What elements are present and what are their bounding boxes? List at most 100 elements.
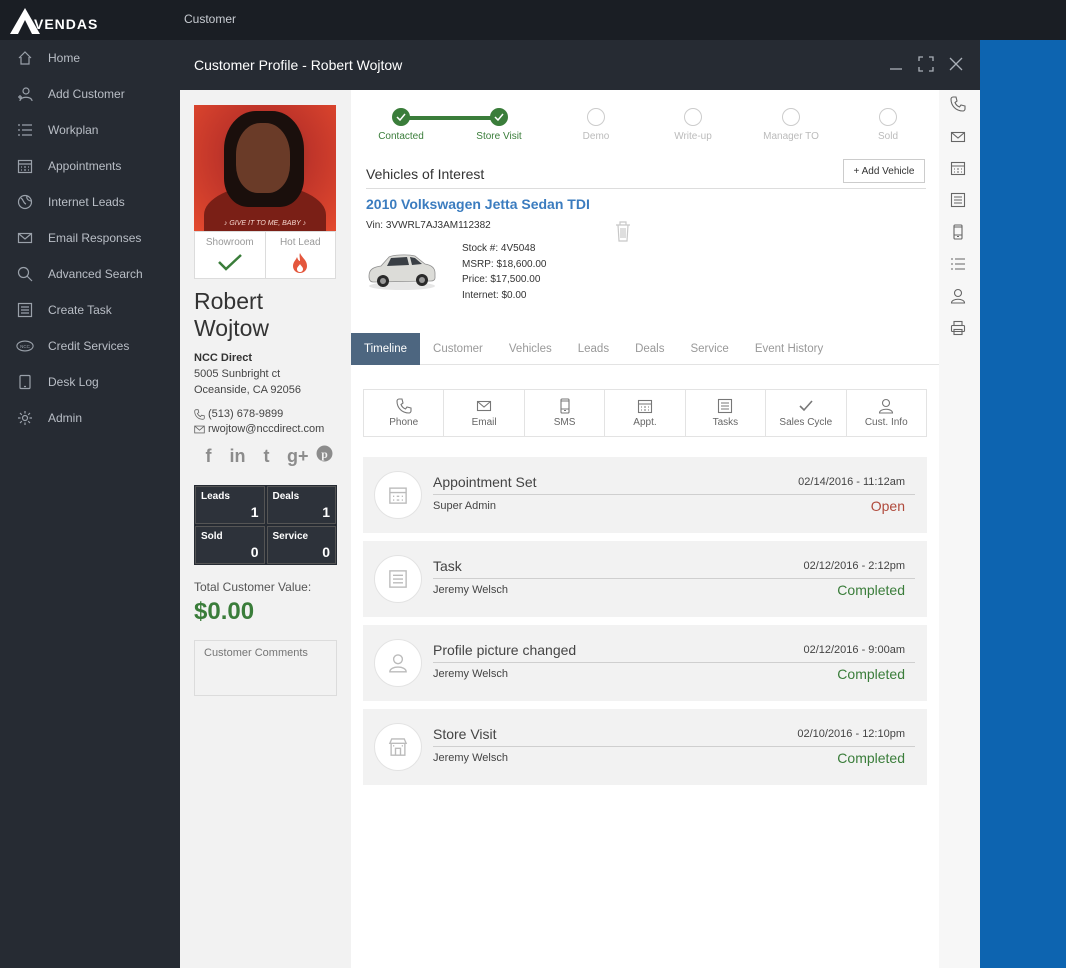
step-label: Contacted bbox=[378, 131, 424, 142]
action-tasks-button[interactable]: Tasks bbox=[686, 390, 767, 436]
showroom-label: Showroom bbox=[205, 237, 254, 248]
sidebar-item-create-task[interactable]: Create Task bbox=[0, 292, 180, 328]
vehicle-title-link[interactable]: 2010 Volkswagen Jetta Sedan TDI bbox=[366, 196, 590, 212]
timeline-actions: Phone Email SMS Appt. Tasks Sales Cycle bbox=[363, 389, 927, 437]
sidebar-item-desk-log[interactable]: Desk Log bbox=[0, 364, 180, 400]
top-bar: VENDAS Customer bbox=[0, 0, 1066, 40]
sidebar: Home Add Customer Workplan Appointments … bbox=[0, 40, 180, 968]
step-write-up[interactable]: Write-up bbox=[663, 108, 723, 142]
envelope-icon bbox=[16, 229, 34, 247]
printer-icon[interactable] bbox=[950, 320, 968, 338]
stat-leads[interactable]: Leads 1 bbox=[195, 486, 265, 524]
timeline-item-date: 02/12/2016 - 9:00am bbox=[803, 644, 905, 656]
facebook-icon[interactable]: f bbox=[200, 446, 217, 467]
timeline-item[interactable]: Profile picture changed 02/12/2016 - 9:0… bbox=[363, 625, 927, 701]
stat-service-value: 0 bbox=[322, 544, 330, 560]
minimize-icon[interactable] bbox=[888, 56, 904, 72]
customer-comments-input[interactable] bbox=[194, 640, 337, 696]
tab-customer[interactable]: Customer bbox=[420, 333, 496, 365]
tumblr-icon[interactable]: t bbox=[258, 446, 275, 467]
timeline-item-title: Store Visit bbox=[433, 726, 497, 742]
lead-flags: Showroom Hot Lead bbox=[194, 231, 336, 279]
task-icon[interactable] bbox=[950, 192, 968, 210]
step-circle-icon bbox=[879, 108, 897, 126]
step-sold[interactable]: Sold bbox=[858, 108, 918, 142]
stat-deals[interactable]: Deals 1 bbox=[266, 486, 336, 524]
step-demo[interactable]: Demo bbox=[566, 108, 626, 142]
stat-sold-value: 0 bbox=[250, 544, 259, 560]
step-label: Write-up bbox=[674, 131, 712, 142]
timeline-item[interactable]: Appointment Set 02/14/2016 - 11:12am Sup… bbox=[363, 457, 927, 533]
google-plus-icon[interactable]: g+ bbox=[287, 446, 309, 467]
user-icon[interactable] bbox=[950, 288, 968, 306]
divider bbox=[366, 188, 926, 189]
timeline-item[interactable]: Task 02/12/2016 - 2:12pm Jeremy Welsch C… bbox=[363, 541, 927, 617]
action-sms-button[interactable]: SMS bbox=[525, 390, 606, 436]
envelope-icon[interactable] bbox=[950, 129, 968, 147]
hot-lead-label: Hot Lead bbox=[279, 237, 321, 248]
action-cust-info-button[interactable]: Cust. Info bbox=[847, 390, 926, 436]
sidebar-item-workplan[interactable]: Workplan bbox=[0, 112, 180, 148]
close-icon[interactable] bbox=[948, 56, 964, 72]
sidebar-item-email-responses[interactable]: Email Responses bbox=[0, 220, 180, 256]
step-circle-icon bbox=[782, 108, 800, 126]
sidebar-item-home[interactable]: Home bbox=[0, 40, 180, 76]
home-icon bbox=[16, 49, 34, 67]
action-label: Cust. Info bbox=[864, 417, 908, 428]
tab-deals[interactable]: Deals bbox=[622, 333, 677, 365]
add-vehicle-button[interactable]: + Add Vehicle bbox=[843, 159, 925, 183]
customer-email[interactable]: rwojtow@nccdirect.com bbox=[194, 423, 324, 435]
action-phone-button[interactable]: Phone bbox=[364, 390, 445, 436]
social-links: f in t g+ p bbox=[200, 445, 333, 467]
sidebar-item-internet-leads[interactable]: Internet Leads bbox=[0, 184, 180, 220]
user-icon bbox=[374, 639, 422, 687]
sidebar-item-advanced-search[interactable]: Advanced Search bbox=[0, 256, 180, 292]
stat-service[interactable]: Service 0 bbox=[266, 526, 336, 564]
customer-stats: Leads 1 Deals 1 Sold 0 Service 0 bbox=[194, 485, 337, 565]
action-appointment-button[interactable]: Appt. bbox=[605, 390, 686, 436]
sidebar-item-label: Email Responses bbox=[48, 231, 142, 245]
action-email-button[interactable]: Email bbox=[444, 390, 525, 436]
photo-caption: ♪ GIVE IT TO ME, BABY ♪ bbox=[223, 220, 307, 227]
customer-phone-text: (513) 678-9899 bbox=[208, 408, 284, 420]
showroom-flag[interactable]: Showroom bbox=[195, 232, 266, 278]
mobile-icon[interactable] bbox=[950, 224, 968, 242]
timeline-item-status: Completed bbox=[837, 750, 905, 766]
action-sales-cycle-button[interactable]: Sales Cycle bbox=[766, 390, 847, 436]
sidebar-item-admin[interactable]: Admin bbox=[0, 400, 180, 436]
customer-address-line2: Oceanside, CA 92056 bbox=[194, 384, 302, 396]
action-label: SMS bbox=[553, 417, 576, 428]
step-store-visit[interactable]: Store Visit bbox=[469, 108, 529, 142]
hot-lead-flag[interactable]: Hot Lead bbox=[266, 232, 336, 278]
sidebar-item-credit-services[interactable]: NCC Credit Services bbox=[0, 328, 180, 364]
calendar-icon[interactable] bbox=[950, 160, 968, 178]
pinterest-icon[interactable]: p bbox=[316, 445, 333, 467]
customer-phone[interactable]: (513) 678-9899 bbox=[194, 408, 283, 420]
tab-event-history[interactable]: Event History bbox=[742, 333, 836, 365]
logo[interactable]: VENDAS bbox=[10, 6, 98, 34]
divider bbox=[433, 662, 915, 663]
profile-photo[interactable]: ♪ GIVE IT TO ME, BABY ♪ bbox=[194, 105, 336, 231]
phone-icon[interactable] bbox=[950, 96, 968, 114]
task-icon bbox=[16, 301, 34, 319]
profile-column: ♪ GIVE IT TO ME, BABY ♪ Showroom Hot Lea… bbox=[180, 90, 351, 968]
tab-service[interactable]: Service bbox=[677, 333, 741, 365]
stat-service-label: Service bbox=[272, 531, 309, 542]
step-contacted[interactable]: Contacted bbox=[371, 108, 431, 142]
list-icon[interactable] bbox=[950, 256, 968, 274]
tab-vehicles[interactable]: Vehicles bbox=[496, 333, 565, 365]
sidebar-item-appointments[interactable]: Appointments bbox=[0, 148, 180, 184]
step-manager-to[interactable]: Manager TO bbox=[761, 108, 821, 142]
tab-timeline[interactable]: Timeline bbox=[351, 333, 421, 365]
stat-sold[interactable]: Sold 0 bbox=[195, 526, 265, 564]
sidebar-item-add-customer[interactable]: Add Customer bbox=[0, 76, 180, 112]
check-icon bbox=[217, 254, 242, 271]
maximize-icon[interactable] bbox=[918, 56, 934, 72]
envelope-icon bbox=[194, 425, 205, 433]
sidebar-item-label: Credit Services bbox=[48, 339, 130, 353]
divider bbox=[433, 494, 915, 495]
tab-leads[interactable]: Leads bbox=[565, 333, 622, 365]
timeline-item[interactable]: Store Visit 02/10/2016 - 12:10pm Jeremy … bbox=[363, 709, 927, 785]
linkedin-icon[interactable]: in bbox=[229, 446, 246, 467]
trash-icon[interactable] bbox=[614, 220, 632, 242]
